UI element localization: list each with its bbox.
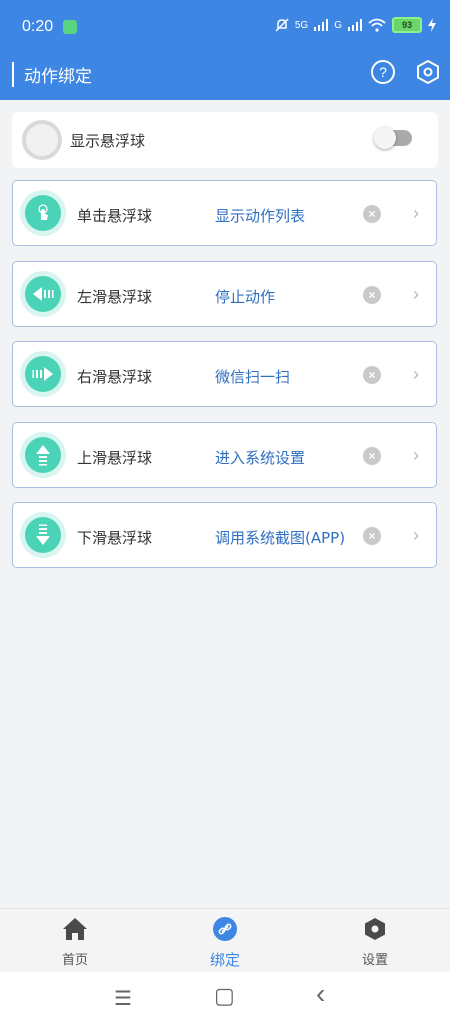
nav-item-home[interactable]: 首页: [40, 917, 110, 968]
gesture-label: 单击悬浮球: [77, 207, 153, 225]
swipe-up-icon: [25, 437, 61, 473]
clear-icon[interactable]: ×: [363, 205, 381, 223]
settings-icon: [365, 918, 385, 940]
chevron-right-icon: ›: [413, 284, 419, 304]
nav-label-home: 首页: [61, 953, 88, 968]
mute-bell-icon: [275, 18, 289, 32]
signal-icon-2: [348, 19, 362, 31]
system-nav-bar: ☰ ▢ ‹: [0, 972, 450, 1025]
chevron-right-icon: ›: [413, 364, 419, 384]
settings-gear-icon[interactable]: [416, 60, 440, 84]
recent-apps-button[interactable]: ☰: [114, 986, 132, 1011]
swipe-right-icon: [25, 356, 61, 392]
chevron-right-icon: ›: [413, 203, 419, 223]
home-button[interactable]: ▢: [214, 983, 235, 1009]
chevron-right-icon: ›: [413, 445, 419, 465]
status-indicators: 5G G 93: [275, 17, 436, 33]
action-row-swipe-down[interactable]: 下滑悬浮球 调用系统截图(APP) × ›: [12, 502, 437, 568]
app-bar: 动作绑定 ?: [0, 56, 450, 100]
action-icon-ring: [20, 432, 66, 478]
nav-label-settings: 设置: [361, 953, 388, 968]
clear-icon[interactable]: ×: [363, 366, 381, 384]
swipe-left-icon: [25, 276, 61, 312]
action-value[interactable]: 微信扫一扫: [215, 366, 290, 387]
action-row-swipe-up[interactable]: 上滑悬浮球 进入系统设置 × ›: [12, 422, 437, 488]
nav-item-bind[interactable]: 绑定: [190, 917, 260, 970]
notification-app-icon: [63, 20, 77, 34]
status-time: 0:20: [22, 18, 54, 35]
gesture-label: 右滑悬浮球: [77, 368, 153, 386]
float-ball-switch[interactable]: [374, 127, 412, 149]
action-row-tap[interactable]: 单击悬浮球 显示动作列表 × ›: [12, 180, 437, 246]
link-icon: [213, 917, 237, 941]
wifi-icon: [368, 18, 386, 32]
charging-icon: [428, 18, 436, 32]
back-button[interactable]: ‹: [316, 978, 325, 1010]
gesture-label: 左滑悬浮球: [77, 288, 153, 306]
nav-label-bind: 绑定: [209, 951, 240, 969]
gesture-label: 上滑悬浮球: [77, 449, 153, 467]
switch-knob: [374, 127, 396, 149]
status-bar: 0:20 5G G 93: [0, 0, 450, 56]
bottom-nav: 首页 绑定 设置: [0, 908, 450, 973]
page-title: 动作绑定: [12, 62, 92, 87]
action-icon-ring: [20, 512, 66, 558]
float-ball-toggle-card: 显示悬浮球: [12, 112, 438, 168]
clear-icon[interactable]: ×: [363, 447, 381, 465]
action-row-swipe-left[interactable]: 左滑悬浮球 停止动作 × ›: [12, 261, 437, 327]
network-5g-label: 5G: [294, 19, 309, 31]
action-icon-ring: [20, 271, 66, 317]
float-ball-preview-icon: [22, 120, 62, 160]
clear-icon[interactable]: ×: [363, 527, 381, 545]
action-icon-ring: [20, 190, 66, 236]
action-value[interactable]: 停止动作: [215, 286, 275, 307]
swipe-down-icon: [25, 517, 61, 553]
gesture-label: 下滑悬浮球: [77, 529, 153, 547]
battery-indicator: 93: [392, 17, 422, 33]
network-g-label: G: [334, 19, 342, 31]
action-icon-ring: [20, 351, 66, 397]
action-value[interactable]: 调用系统截图(APP): [215, 527, 345, 548]
clear-icon[interactable]: ×: [363, 286, 381, 304]
nav-item-settings[interactable]: 设置: [340, 917, 410, 968]
chevron-right-icon: ›: [413, 525, 419, 545]
home-icon: [63, 918, 87, 940]
action-row-swipe-right[interactable]: 右滑悬浮球 微信扫一扫 × ›: [12, 341, 437, 407]
tap-icon: [25, 195, 61, 231]
float-ball-toggle-label: 显示悬浮球: [70, 132, 146, 150]
signal-icon: [314, 19, 329, 31]
action-value[interactable]: 进入系统设置: [215, 447, 305, 468]
action-value[interactable]: 显示动作列表: [215, 205, 305, 226]
help-icon[interactable]: ?: [371, 60, 395, 84]
